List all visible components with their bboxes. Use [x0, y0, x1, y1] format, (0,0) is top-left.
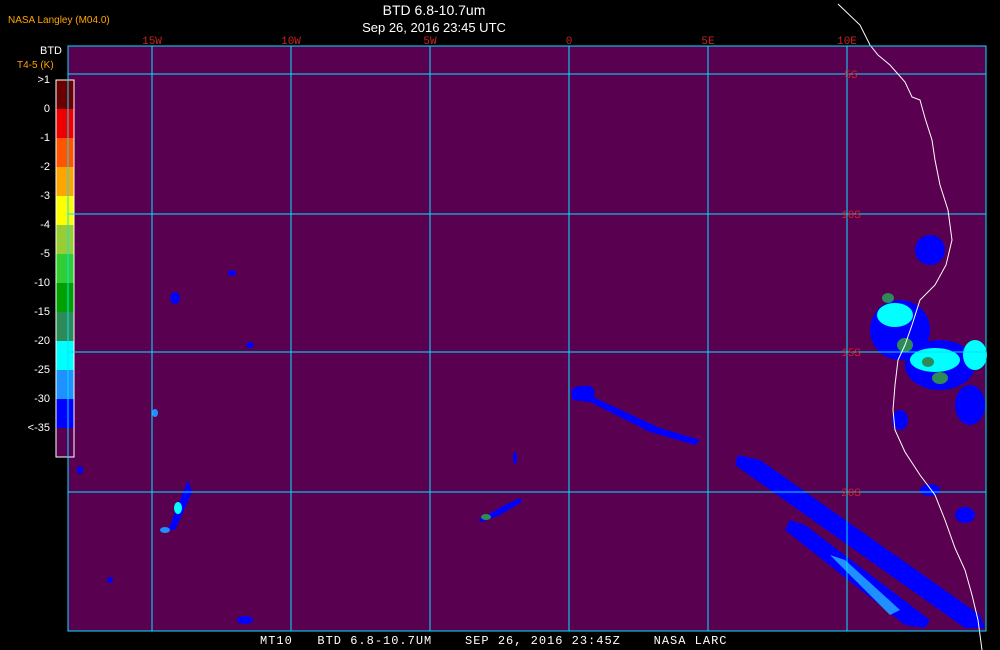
colorbar [55, 79, 75, 458]
colorbar-tick-label: -10 [34, 277, 50, 289]
lat-label: 20S [841, 488, 861, 500]
colorbar-swatch [56, 283, 74, 312]
colorbar-swatch [56, 225, 74, 254]
footer-caption: MT10 BTD 6.8-10.7UM SEP 26, 2016 23:45Z … [0, 634, 1000, 650]
colorbar-swatch [56, 196, 74, 225]
colorbar-swatch [56, 399, 74, 428]
colorbar-tick-label: -20 [34, 335, 50, 347]
colorbar-tick-label: -4 [40, 219, 50, 231]
colorbar-tick-label: -30 [34, 393, 50, 405]
colorbar-tick-label: -1 [40, 132, 50, 144]
colorbar-tick-label: -5 [40, 248, 50, 260]
colorbar-tick-label: -15 [34, 306, 50, 318]
lat-label: 5S [844, 70, 858, 82]
lat-label: 10S [841, 210, 861, 222]
colorbar-swatch [56, 370, 74, 399]
colorbar-swatch [56, 109, 74, 138]
colorbar-swatch [56, 138, 74, 167]
satellite-map: 15W 10W 5W 0 5E 10E5S10S15S20S [55, 3, 987, 650]
lat-label: 15S [841, 348, 861, 360]
colorbar-swatch [56, 312, 74, 341]
colorbar-swatch [56, 341, 74, 370]
colorbar-swatch [56, 80, 74, 109]
colorbar-tick-label: -3 [40, 190, 50, 202]
colorbar-tick-label: -25 [34, 364, 50, 376]
colorbar-tick-label: <-35 [27, 422, 50, 434]
colorbar-tick-label: 0 [43, 103, 50, 115]
colorbar-tick-label: -2 [40, 161, 50, 173]
colorbar-tick-label: >1 [37, 74, 50, 86]
colorbar-swatch [56, 428, 74, 457]
colorbar-swatch [56, 254, 74, 283]
colorbar-swatch [56, 167, 74, 196]
footer-text: MT10 BTD 6.8-10.7UM SEP 26, 2016 23:45Z … [260, 634, 728, 648]
